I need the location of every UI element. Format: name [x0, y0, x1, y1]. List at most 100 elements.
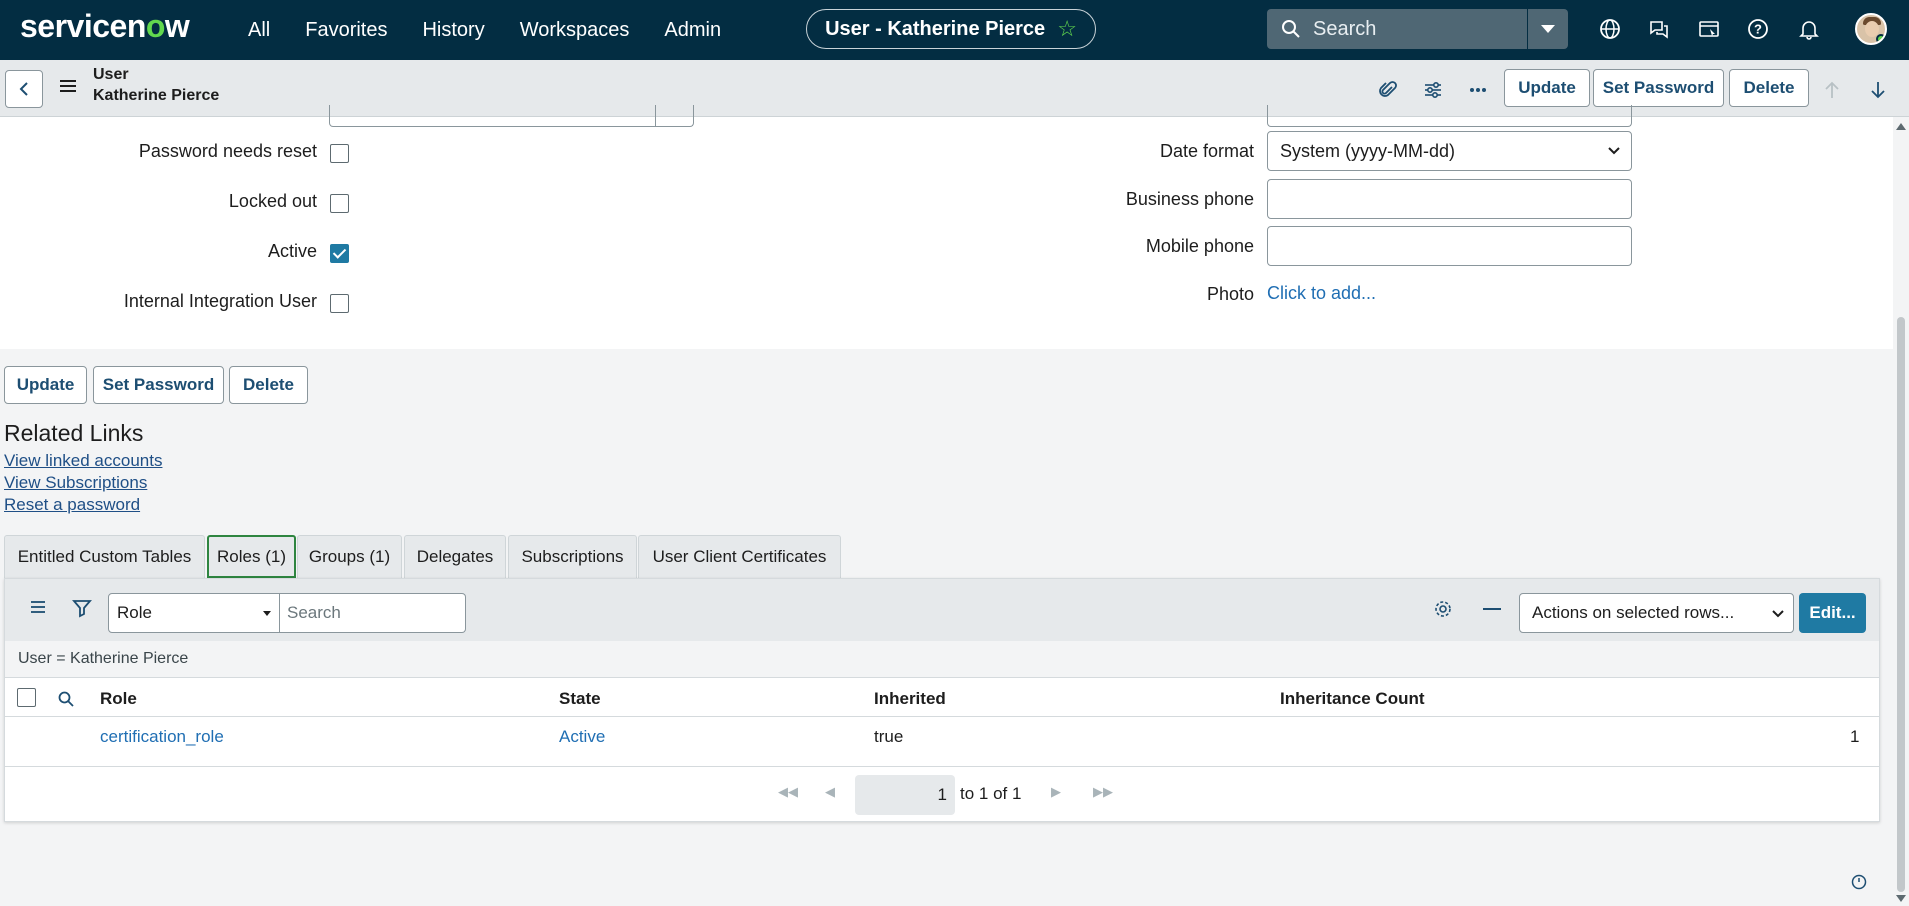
row-role-link[interactable]: certification_role	[100, 727, 224, 747]
header-delete-button[interactable]: Delete	[1729, 69, 1809, 107]
search-field-value: Role	[117, 603, 152, 622]
column-search-icon[interactable]	[57, 690, 75, 713]
servicenow-logo[interactable]: servicenow	[20, 8, 190, 45]
password-needs-reset-checkbox[interactable]	[330, 144, 349, 163]
back-button[interactable]	[5, 70, 43, 108]
next-page-icon[interactable]: ▶	[1051, 784, 1061, 800]
scroll-thumb[interactable]	[1897, 317, 1905, 892]
gear-icon[interactable]	[1432, 598, 1454, 625]
update-button[interactable]: Update	[4, 366, 87, 404]
last-page-icon[interactable]: ▶▶	[1093, 784, 1113, 800]
nav-menu: All Favorites History Workspaces Admin	[248, 0, 756, 60]
user-avatar[interactable]	[1855, 13, 1887, 45]
chat-icon[interactable]	[1646, 16, 1672, 42]
more-options-icon[interactable]	[1466, 78, 1490, 102]
row-inherited: true	[874, 727, 904, 746]
list-breadcrumb[interactable]: User = Katherine Pierce	[5, 641, 1879, 678]
password-needs-reset-label: Password needs reset	[138, 141, 317, 161]
tab-groups[interactable]: Groups (1)	[297, 535, 402, 578]
screen-icon[interactable]	[1696, 16, 1722, 42]
search-field-select[interactable]: Role	[108, 593, 280, 633]
help-icon[interactable]: ?	[1745, 16, 1771, 42]
tab-roles[interactable]: Roles (1)	[207, 535, 296, 578]
tab-entitled-custom-tables[interactable]: Entitled Custom Tables	[4, 535, 205, 578]
locked-out-label: Locked out	[228, 191, 317, 211]
nav-favorites[interactable]: Favorites	[305, 19, 387, 42]
globe-icon[interactable]	[1597, 16, 1623, 42]
header-divider	[5, 716, 1879, 717]
roles-related-list: Role Search Actions on selected rows... …	[4, 578, 1880, 822]
actions-select-value: Actions on selected rows...	[1532, 603, 1735, 622]
select-all-checkbox[interactable]	[17, 688, 36, 707]
search-scope-dropdown[interactable]	[1528, 9, 1568, 49]
record-name: Katherine Pierce	[93, 87, 220, 104]
header-update-button[interactable]: Update	[1504, 69, 1590, 107]
locked-out-checkbox[interactable]	[330, 194, 349, 213]
list-toolbar: Role Search Actions on selected rows... …	[5, 579, 1879, 641]
view-subscriptions-link[interactable]: View Subscriptions	[4, 473, 147, 493]
header-set-password-button[interactable]: Set Password	[1593, 69, 1724, 107]
column-header-role[interactable]: Role	[100, 689, 137, 709]
chevron-down-icon	[1541, 25, 1555, 33]
column-header-inherited[interactable]: Inherited	[874, 689, 946, 709]
personalize-icon[interactable]	[1421, 78, 1445, 102]
page-scrollbar[interactable]	[1893, 117, 1909, 906]
list-context-menu-icon[interactable]	[28, 599, 48, 620]
active-checkbox[interactable]	[330, 244, 349, 263]
column-header-state[interactable]: State	[559, 689, 601, 709]
business-phone-input[interactable]	[1267, 179, 1632, 219]
column-header-inheritance-count[interactable]: Inheritance Count	[1280, 689, 1425, 709]
tab-delegates[interactable]: Delegates	[404, 535, 506, 578]
edit-button[interactable]: Edit...	[1799, 593, 1866, 633]
record-type: User	[93, 66, 129, 83]
chevron-left-icon	[19, 82, 28, 96]
mobile-phone-input[interactable]	[1267, 226, 1632, 266]
page-number-input[interactable]: 1	[855, 775, 955, 815]
global-search-input[interactable]: Search	[1267, 9, 1527, 49]
breadcrumb-text: User = Katherine Pierce	[18, 650, 189, 667]
timer-icon[interactable]	[1851, 874, 1867, 895]
chevron-down-icon	[1772, 610, 1784, 618]
internal-integration-user-checkbox[interactable]	[330, 294, 349, 313]
nav-all[interactable]: All	[248, 19, 270, 42]
prev-page-icon[interactable]: ◀	[825, 784, 835, 800]
online-status-icon	[1876, 34, 1885, 43]
reset-password-link[interactable]: Reset a password	[4, 495, 140, 515]
arrow-up-icon[interactable]	[1820, 78, 1844, 102]
collapse-icon[interactable]	[1483, 608, 1501, 610]
arrow-down-icon[interactable]	[1866, 78, 1890, 102]
scroll-up-icon[interactable]	[1896, 123, 1906, 130]
list-search-placeholder: Search	[287, 603, 341, 622]
row-inheritance-count: 1	[1850, 727, 1860, 746]
nav-history[interactable]: History	[422, 19, 484, 42]
star-icon[interactable]: ☆	[1057, 16, 1077, 42]
page-title: User - Katherine Pierce	[825, 17, 1046, 40]
date-format-select[interactable]: System (yyyy-MM-dd)	[1267, 131, 1632, 171]
list-search-input[interactable]: Search	[280, 593, 466, 633]
svg-text:?: ?	[1754, 22, 1762, 37]
nav-admin[interactable]: Admin	[664, 19, 721, 42]
tab-subscriptions[interactable]: Subscriptions	[508, 535, 637, 578]
tab-user-client-certificates[interactable]: User Client Certificates	[638, 535, 841, 578]
partial-field-divider	[655, 105, 656, 127]
photo-add-link[interactable]: Click to add...	[1267, 283, 1376, 304]
date-format-value: System (yyyy-MM-dd)	[1280, 140, 1455, 161]
bell-icon[interactable]	[1796, 16, 1822, 42]
scroll-down-icon[interactable]	[1896, 895, 1906, 902]
view-linked-accounts-link[interactable]: View linked accounts	[4, 451, 162, 471]
actions-select[interactable]: Actions on selected rows...	[1519, 593, 1794, 633]
nav-workspaces[interactable]: Workspaces	[520, 19, 630, 42]
chevron-down-icon	[1608, 147, 1620, 155]
row-state-link[interactable]: Active	[559, 727, 605, 747]
first-page-icon[interactable]: ◀◀	[778, 784, 798, 800]
delete-button[interactable]: Delete	[229, 366, 308, 404]
page-title-pill[interactable]: User - Katherine Pierce ☆	[806, 9, 1096, 49]
photo-label: Photo	[1206, 284, 1254, 304]
filter-icon[interactable]	[72, 598, 92, 623]
date-format-label: Date format	[1159, 141, 1254, 161]
set-password-button[interactable]: Set Password	[93, 366, 224, 404]
partial-field-right	[1267, 105, 1632, 127]
search-icon	[1282, 20, 1300, 38]
paperclip-icon[interactable]	[1376, 78, 1400, 102]
form-context-menu-icon[interactable]	[58, 78, 78, 99]
